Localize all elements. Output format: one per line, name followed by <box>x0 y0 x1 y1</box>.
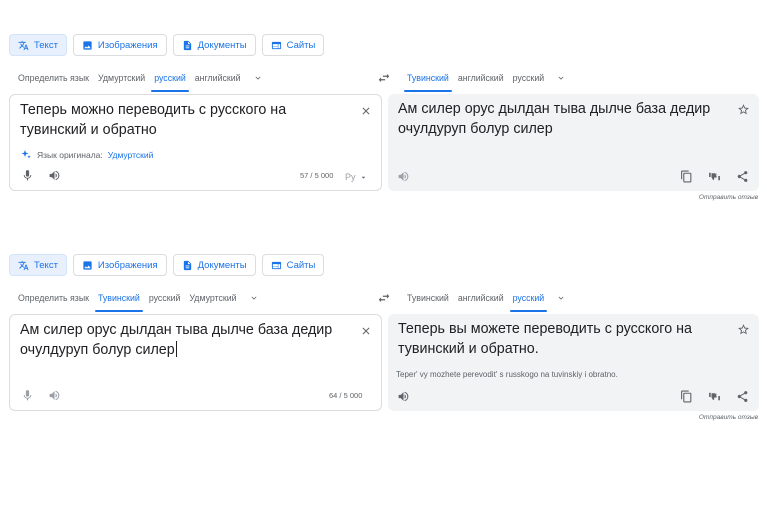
translate-panel-2: Текст Изображения Документы Сайты Опреде… <box>0 220 767 440</box>
target-text: Теперь вы можете переводить с русского н… <box>398 321 692 357</box>
target-lang-tab-active[interactable]: русский <box>509 286 547 312</box>
mode-images-label: Изображения <box>97 259 158 271</box>
detected-language-prefix: Язык оригинала: <box>37 150 103 160</box>
image-icon <box>82 40 93 51</box>
translate-icon <box>18 40 29 51</box>
mode-sites-label: Сайты <box>286 39 316 51</box>
document-icon <box>182 40 193 51</box>
source-lang-tab[interactable]: Удмуртский <box>98 66 145 90</box>
source-text-box[interactable]: Ам силер орус дылдан тыва дылче база дед… <box>9 314 382 411</box>
text-cursor <box>175 340 177 357</box>
mode-bar: Текст Изображения Документы Сайты <box>9 34 325 56</box>
target-lang-tab[interactable]: английский <box>458 66 504 90</box>
rate-translation-icon[interactable] <box>708 170 721 183</box>
target-language-tabs: Тувинский английский русский <box>407 286 567 312</box>
mode-text-button[interactable]: Текст <box>9 254 67 276</box>
star-icon[interactable] <box>737 103 750 116</box>
web-icon <box>271 260 282 271</box>
target-lang-tab[interactable]: русский <box>513 66 545 90</box>
source-text[interactable]: Теперь можно переводить с русского на ту… <box>20 101 350 140</box>
source-lang-tab[interactable]: русский <box>149 286 181 310</box>
send-feedback-link[interactable]: Отправить отзыв <box>699 194 758 201</box>
web-icon <box>271 40 282 51</box>
speaker-icon[interactable] <box>397 390 410 403</box>
chevron-down-icon[interactable] <box>555 292 567 304</box>
mode-documents-button[interactable]: Документы <box>172 34 256 56</box>
swap-languages-icon[interactable] <box>377 71 391 85</box>
source-text-wrap[interactable]: Ам силер орус дылдан тыва дылче база дед… <box>20 321 350 360</box>
character-count: 64 / 5 000 <box>329 391 363 400</box>
source-lang-tab[interactable]: английский <box>195 66 241 90</box>
source-text-box[interactable]: Теперь можно переводить с русского на ту… <box>9 94 382 191</box>
speaker-icon[interactable] <box>397 170 410 183</box>
rate-translation-icon[interactable] <box>708 390 721 403</box>
chevron-down-icon[interactable] <box>252 72 264 84</box>
mode-images-button[interactable]: Изображения <box>72 254 167 276</box>
translate-panel-1: Текст Изображения Документы Сайты Опреде… <box>0 0 767 220</box>
swap-languages-icon[interactable] <box>377 291 391 305</box>
target-lang-tab[interactable]: английский <box>458 286 504 310</box>
source-language-tabs: Определить язык Удмуртский русский англи… <box>18 66 264 92</box>
target-toolbar <box>388 161 759 191</box>
close-icon[interactable] <box>360 324 372 336</box>
source-toolbar: 57 / 5 000 Ру <box>10 160 381 190</box>
mode-bar: Текст Изображения Документы Сайты <box>9 254 325 276</box>
copy-icon[interactable] <box>680 170 693 183</box>
keyboard-label: Ру <box>345 172 356 182</box>
close-icon[interactable] <box>360 104 372 116</box>
mode-documents-label: Документы <box>197 259 247 271</box>
mode-text-button[interactable]: Текст <box>9 34 67 56</box>
source-lang-tab[interactable]: Удмуртский <box>189 286 236 310</box>
source-language-tabs: Определить язык Тувинский русский Удмурт… <box>18 286 260 312</box>
source-toolbar: 64 / 5 000 <box>10 380 381 410</box>
mode-documents-label: Документы <box>197 39 247 51</box>
source-lang-tab[interactable]: Определить язык <box>18 66 89 90</box>
transliteration: Teper' vy mozhete perevodit' s russkogo … <box>396 370 618 379</box>
mode-text-label: Текст <box>34 39 58 51</box>
speaker-icon[interactable] <box>48 389 61 402</box>
target-text-box: Ам силер орус дылдан тыва дылче база дед… <box>388 94 759 191</box>
character-count: 57 / 5 000 <box>300 171 334 180</box>
mode-documents-button[interactable]: Документы <box>172 254 256 276</box>
source-lang-tab[interactable]: Определить язык <box>18 286 89 310</box>
source-lang-tab-active[interactable]: Тувинский <box>95 286 143 312</box>
target-lang-tab-active[interactable]: Тувинский <box>404 66 452 92</box>
dropdown-arrow-icon <box>361 176 365 179</box>
copy-icon[interactable] <box>680 390 693 403</box>
target-lang-tab[interactable]: Тувинский <box>407 286 449 310</box>
microphone-icon[interactable] <box>21 389 34 402</box>
microphone-icon[interactable] <box>21 169 34 182</box>
translate-icon <box>18 260 29 271</box>
mode-sites-button[interactable]: Сайты <box>261 34 325 56</box>
star-icon[interactable] <box>737 323 750 336</box>
mode-text-label: Текст <box>34 259 58 271</box>
target-text: Ам силер орус дылдан тыва дылче база дед… <box>398 101 711 137</box>
source-lang-tab-active[interactable]: русский <box>151 66 189 92</box>
keyboard-selector[interactable]: Ру <box>345 172 368 182</box>
target-toolbar <box>388 381 759 411</box>
target-text-box: Теперь вы можете переводить с русского н… <box>388 314 759 411</box>
share-icon[interactable] <box>736 170 749 183</box>
chevron-down-icon[interactable] <box>555 72 567 84</box>
mode-sites-button[interactable]: Сайты <box>261 254 325 276</box>
target-language-tabs: Тувинский английский русский <box>404 66 567 92</box>
detected-language-link[interactable]: Удмуртский <box>108 150 154 160</box>
document-icon <box>182 260 193 271</box>
image-icon <box>82 260 93 271</box>
send-feedback-link[interactable]: Отправить отзыв <box>699 414 758 421</box>
mode-images-label: Изображения <box>97 39 158 51</box>
mode-images-button[interactable]: Изображения <box>72 34 167 56</box>
share-icon[interactable] <box>736 390 749 403</box>
chevron-down-icon[interactable] <box>248 292 260 304</box>
speaker-icon[interactable] <box>48 169 61 182</box>
mode-sites-label: Сайты <box>286 259 316 271</box>
